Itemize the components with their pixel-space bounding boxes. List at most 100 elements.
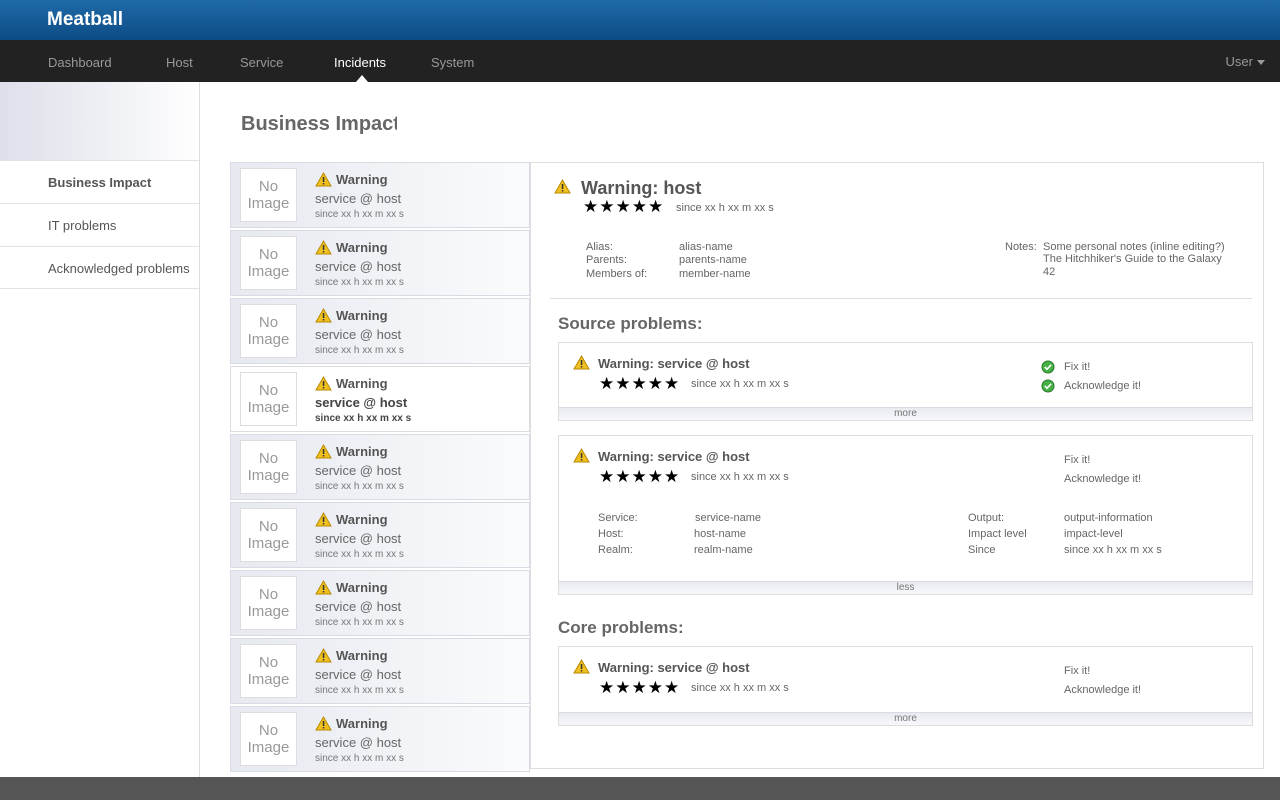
divider — [550, 298, 1252, 299]
less-toggle[interactable]: less — [559, 581, 1252, 594]
brand-logo[interactable]: Meatball — [47, 9, 123, 31]
incident-title: Warning — [336, 716, 388, 731]
alias-value: alias-name — [679, 241, 733, 253]
sidebar-item-acknowledged-problems[interactable]: Acknowledged problems — [0, 246, 199, 289]
source-problem-card: Warning: service @ host ★★★★★ since xx h… — [558, 342, 1253, 421]
notes-label: Notes: — [1005, 241, 1037, 253]
acknowledge-button[interactable]: Acknowledge it! — [1064, 380, 1141, 392]
footer — [0, 777, 1280, 800]
rating-stars: ★★★★★ — [599, 467, 681, 486]
output-label: Output: — [968, 512, 1005, 524]
placeholder-image: No Image — [240, 508, 297, 562]
more-toggle[interactable]: more — [559, 712, 1252, 725]
app-header: Meatball — [0, 0, 1280, 40]
incident-card[interactable]: No Image Warning service @ host since xx h x… — [230, 706, 530, 772]
fix-it-button[interactable]: Fix it! — [1064, 361, 1090, 373]
warning-icon — [554, 179, 571, 194]
check-circle-icon — [1041, 360, 1055, 374]
user-menu[interactable]: User — [1226, 54, 1265, 69]
warning-icon — [315, 444, 332, 459]
incident-since: since xx h xx m xx s — [315, 549, 404, 560]
nav-host[interactable]: Host — [166, 55, 193, 70]
problem-since: since xx h xx m xx s — [691, 378, 789, 390]
incident-card[interactable]: No Image Warning service @ host since xx h x… — [230, 502, 530, 568]
incident-card[interactable]: No Image Warning service @ host since xx h x… — [230, 570, 530, 636]
placeholder-image: No Image — [240, 644, 297, 698]
fix-it-button[interactable]: Fix it! — [1064, 454, 1090, 466]
acknowledge-button[interactable]: Acknowledge it! — [1064, 684, 1141, 696]
nav-incidents[interactable]: Incidents — [334, 55, 386, 70]
incident-subtitle: service @ host — [315, 191, 402, 206]
incident-subtitle: service @ host — [315, 735, 402, 750]
nav-dashboard[interactable]: Dashboard — [48, 55, 112, 70]
realm-value: realm-name — [694, 544, 753, 556]
incident-card[interactable]: No Image Warning service @ host since xx h x… — [230, 366, 530, 432]
service-value: service-name — [695, 512, 762, 524]
incident-since: since xx h xx m xx s — [315, 617, 404, 628]
incident-title: Warning — [336, 648, 388, 663]
warning-icon — [315, 580, 332, 595]
nav-system[interactable]: System — [431, 55, 474, 70]
incident-card[interactable]: No Image Warning service @ host since xx h x… — [230, 230, 530, 296]
placeholder-image: No Image — [240, 168, 297, 222]
host-label: Host: — [598, 528, 624, 540]
incident-subtitle: service @ host — [315, 531, 402, 546]
problem-title: Warning: service @ host — [598, 356, 750, 371]
incident-since: since xx h xx m xx s — [315, 413, 412, 424]
placeholder-image: No Image — [240, 304, 297, 358]
chevron-down-icon — [1257, 60, 1265, 66]
user-label: User — [1225, 54, 1253, 69]
incident-subtitle: service @ host — [315, 327, 402, 342]
placeholder-image: No Image — [240, 440, 297, 494]
incident-title: Warning — [336, 172, 388, 187]
problem-title: Warning: service @ host — [598, 660, 750, 675]
incident-title: Warning — [336, 444, 388, 459]
problem-since: since xx h xx m xx s — [691, 682, 789, 694]
notes-line[interactable]: 42 — [1043, 266, 1055, 279]
placeholder-image: No Image — [240, 712, 297, 766]
incident-since: since xx h xx m xx s — [315, 277, 404, 288]
detail-since: since xx h xx m xx s — [676, 202, 774, 214]
members-value: member-name — [679, 268, 751, 280]
incident-since: since xx h xx m xx s — [315, 685, 404, 696]
members-label: Members of: — [586, 268, 648, 280]
placeholder-image: No Image — [240, 236, 297, 290]
core-problems-heading: Core problems: — [558, 618, 684, 637]
incident-subtitle: service @ host — [315, 395, 408, 410]
warning-icon — [315, 512, 332, 527]
sidebar-header — [0, 82, 199, 160]
incident-since: since xx h xx m xx s — [315, 209, 404, 220]
placeholder-image: No Image — [240, 372, 297, 426]
warning-icon — [315, 240, 332, 255]
incident-card[interactable]: No Image Warning service @ host since xx h x… — [230, 298, 530, 364]
nav-service[interactable]: Service — [240, 55, 283, 70]
incident-subtitle: service @ host — [315, 463, 402, 478]
warning-icon — [573, 448, 590, 463]
parents-label: Parents: — [586, 254, 627, 266]
incident-title: Warning — [336, 512, 388, 527]
source-problems-heading: Source problems: — [558, 314, 703, 333]
incident-title: Warning — [336, 580, 388, 595]
main-nav: Dashboard Host Service Incidents System … — [0, 40, 1280, 82]
notes-line[interactable]: The Hitchhiker's Guide to the Galaxy — [1043, 253, 1222, 266]
incident-card[interactable]: No Image Warning service @ host since xx h x… — [230, 162, 530, 228]
fix-it-button[interactable]: Fix it! — [1064, 665, 1090, 677]
incident-since: since xx h xx m xx s — [315, 345, 404, 356]
sidebar-item-business-impact[interactable]: Business Impact — [0, 160, 199, 203]
incident-title: Warning — [336, 308, 388, 323]
since-value: since xx h xx m xx s — [1064, 544, 1162, 556]
sidebar-item-it-problems[interactable]: IT problems — [0, 203, 199, 246]
incident-subtitle: service @ host — [315, 667, 402, 682]
service-label: Service: — [598, 512, 638, 524]
acknowledge-button[interactable]: Acknowledge it! — [1064, 473, 1141, 485]
sidebar: Business Impact IT problems Acknowledged… — [0, 82, 200, 777]
incident-card[interactable]: No Image Warning service @ host since xx h x… — [230, 638, 530, 704]
warning-icon — [315, 716, 332, 731]
incident-card[interactable]: No Image Warning service @ host since xx h x… — [230, 434, 530, 500]
warning-icon — [573, 355, 590, 370]
placeholder-image: No Image — [240, 576, 297, 630]
output-value: output-information — [1064, 512, 1153, 524]
impact-level-label: Impact level — [968, 528, 1027, 540]
more-toggle[interactable]: more — [559, 407, 1252, 420]
page-title: Business Impact — [241, 113, 397, 135]
